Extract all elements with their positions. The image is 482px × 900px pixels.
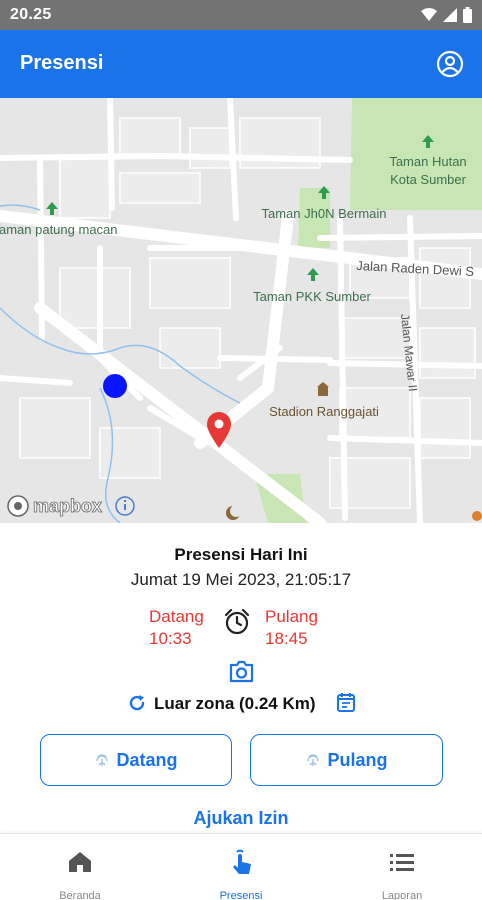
status-icons	[421, 7, 472, 23]
attendance-panel: Presensi Hari Ini Jumat 19 Mei 2023, 21:…	[0, 523, 482, 833]
attendance-datetime: Jumat 19 Mei 2023, 21:05:17	[130, 570, 352, 589]
bottom-nav: Beranda Presensi Laporan	[0, 833, 482, 900]
nav-item-laporan[interactable]: Laporan	[322, 834, 482, 900]
wifi-icon	[421, 8, 437, 21]
fingerprint-icon	[96, 754, 109, 766]
fingerprint-icon	[307, 754, 320, 766]
nav-item-presensi[interactable]: Presensi	[161, 834, 321, 900]
pulang-button-label: Pulang	[327, 749, 388, 770]
nav-item-beranda[interactable]: Beranda	[0, 834, 160, 900]
camera-icon[interactable]	[228, 659, 255, 684]
map-label-taman-jh0n: Taman Jh0N Bermain	[262, 206, 387, 221]
refresh-icon[interactable]	[127, 693, 147, 713]
mapbox-wordmark: mapbox	[33, 496, 102, 516]
pulang-time: 18:45	[265, 629, 308, 648]
map-label-stadion: Stadion Ranggajati	[269, 404, 379, 419]
nav-label-laporan: Laporan	[381, 890, 423, 900]
datang-button-label: Datang	[116, 749, 178, 770]
datang-time: 10:33	[149, 629, 192, 648]
app-bar: Presensi	[0, 30, 482, 98]
pulang-button[interactable]: Pulang	[250, 734, 443, 786]
map-label-taman-hutan-1: Taman Hutan	[389, 154, 466, 169]
nav-label-beranda: Beranda	[59, 890, 101, 900]
status-time: 20.25	[10, 6, 52, 23]
map-view[interactable]: Taman Hutan Kota Sumber Taman Jh0N Berma…	[0, 98, 482, 523]
list-icon	[390, 854, 414, 871]
map-canvas[interactable]: Taman Hutan Kota Sumber Taman Jh0N Berma…	[0, 98, 482, 523]
alarm-clock-icon	[224, 608, 250, 635]
map-label-taman-patung: Taman patung macan	[0, 222, 118, 237]
zone-status-text: Luar zona (0.24 Km)	[154, 694, 316, 713]
datang-label: Datang	[149, 607, 204, 626]
ajukan-izin-link[interactable]: Ajukan Izin	[0, 808, 482, 829]
home-icon	[69, 852, 91, 872]
signal-icon	[443, 8, 457, 22]
zone-status-row: Luar zona (0.24 Km)	[0, 691, 482, 717]
attendance-title: Presensi Hari Ini	[174, 545, 308, 564]
pulang-label: Pulang	[265, 607, 318, 626]
battery-icon	[463, 7, 472, 23]
calendar-icon[interactable]	[335, 691, 357, 713]
current-location-marker	[103, 374, 127, 398]
status-bar: 20.25	[0, 0, 482, 30]
datang-button[interactable]: Datang	[40, 734, 232, 786]
map-label-taman-pkk: Taman PKK Sumber	[253, 289, 371, 304]
map-edge-poi-icon	[472, 511, 482, 521]
nav-label-presensi: Presensi	[219, 890, 263, 900]
account-icon[interactable]	[436, 50, 464, 78]
page-title: Presensi	[20, 52, 104, 74]
mapbox-logo	[7, 495, 29, 517]
map-label-taman-hutan-2: Kota Sumber	[390, 172, 467, 187]
touch-icon	[233, 849, 251, 874]
